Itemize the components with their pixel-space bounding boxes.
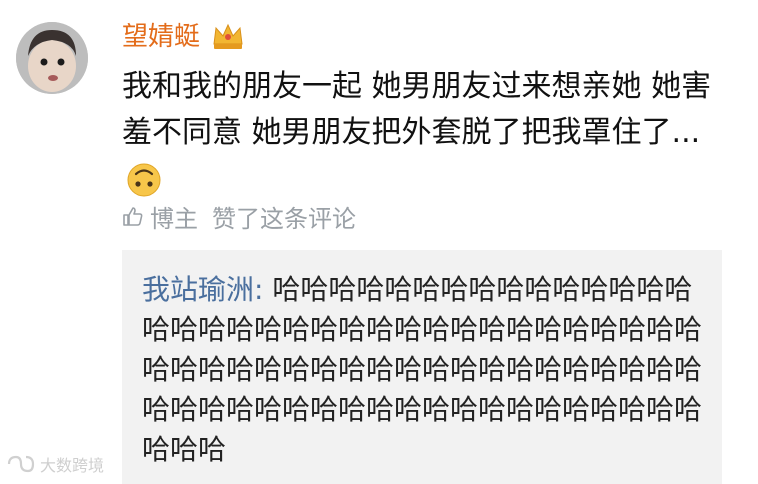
reply-author[interactable]: 我站瑜洲: xyxy=(142,273,263,306)
post-body: 我和我的朋友一起 她男朋友过来想亲她 她害羞不同意 她男朋友把外套脱了把我罩住了 xyxy=(122,69,712,150)
blogger-label: 博主 xyxy=(150,204,198,233)
post-text: 我和我的朋友一起 她男朋友过来想亲她 她害羞不同意 她男朋友把外套脱了把我罩住了… xyxy=(122,64,732,202)
upside-down-face-emoji xyxy=(127,163,161,196)
watermark: 大数跨境 xyxy=(6,452,104,476)
watermark-text: 大数跨境 xyxy=(40,456,105,475)
username[interactable]: 望婧蜓 xyxy=(122,20,200,54)
reply-text: 我站瑜洲: 哈哈哈哈哈哈哈哈哈哈哈哈哈哈哈哈哈哈哈哈哈哈哈哈哈哈哈哈哈哈哈哈哈哈… xyxy=(142,270,702,470)
avatar[interactable] xyxy=(16,22,88,94)
blogger-liked-row: 博主 赞了这条评论 xyxy=(122,201,356,233)
crown-icon xyxy=(213,23,243,49)
reply-box: 我站瑜洲: 哈哈哈哈哈哈哈哈哈哈哈哈哈哈哈哈哈哈哈哈哈哈哈哈哈哈哈哈哈哈哈哈哈哈… xyxy=(122,250,722,484)
thumbs-up-icon xyxy=(123,207,143,226)
watermark-logo-icon xyxy=(7,455,35,473)
liked-comment-text: 赞了这条评论 xyxy=(212,204,356,233)
post-ellipsis: ... xyxy=(671,115,701,150)
